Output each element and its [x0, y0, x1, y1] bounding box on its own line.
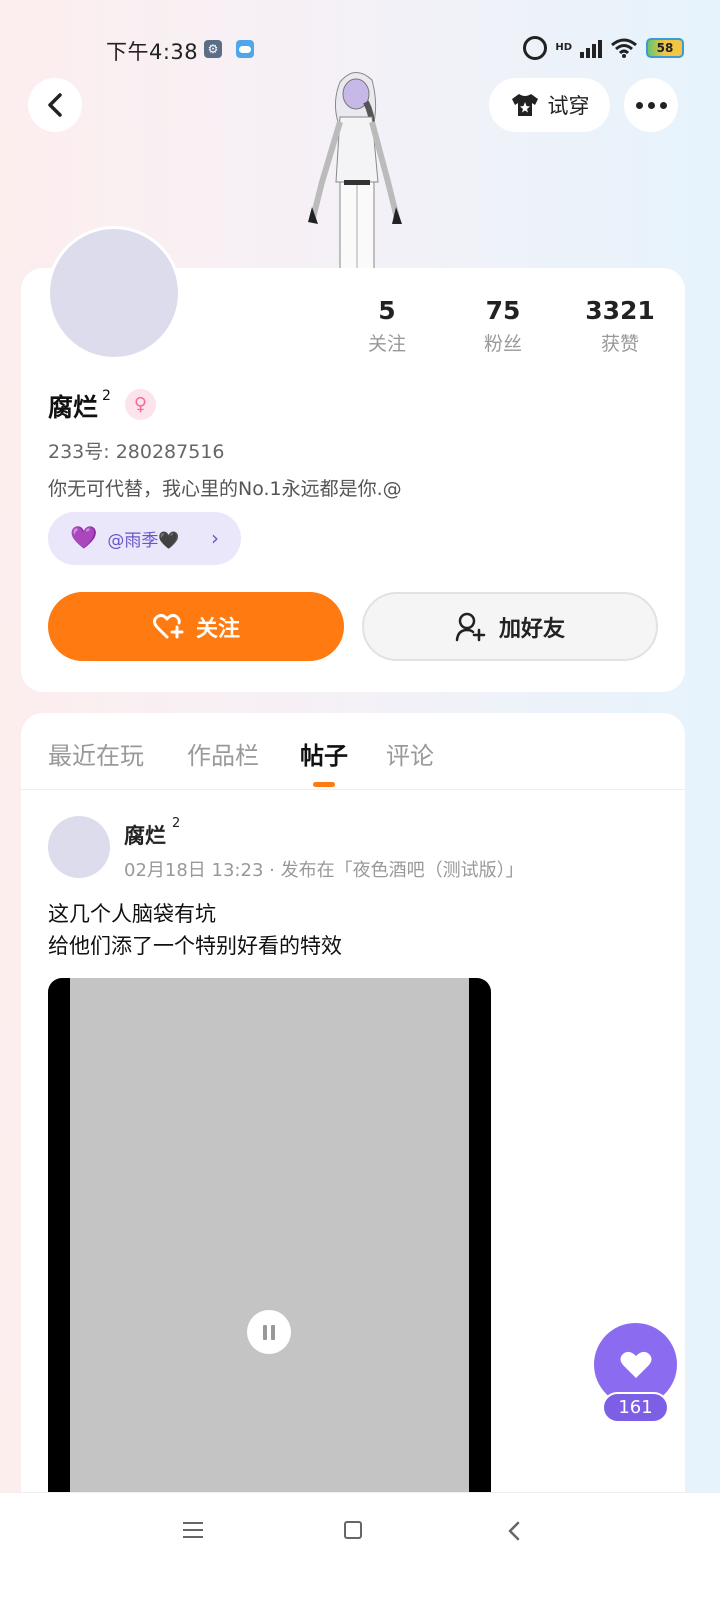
following-count: 5: [378, 296, 396, 325]
pause-button[interactable]: [247, 1310, 291, 1354]
profile-name: 腐烂: [48, 393, 99, 422]
following-label: 关注: [367, 333, 406, 355]
pause-bar-icon: [263, 1324, 267, 1340]
add-user-icon: [455, 612, 486, 641]
video-frame: [70, 978, 469, 1508]
more-options-button[interactable]: [624, 78, 678, 132]
back-button[interactable]: [28, 78, 82, 132]
post-author-name[interactable]: 腐烂: [124, 820, 166, 850]
profile-name-superscript: 2: [102, 388, 111, 404]
user-id: 233号: 280287516: [48, 441, 225, 463]
try-on-button[interactable]: 试穿: [489, 78, 610, 132]
system-nav-bar: [0, 1492, 720, 1600]
status-time: 下午4:38: [106, 40, 199, 64]
tab-indicator: [313, 782, 335, 787]
settings-notification-icon: ⚙: [204, 40, 222, 58]
heart-icon: 💜: [70, 526, 98, 551]
stat-fans[interactable]: 75 粉丝: [448, 296, 558, 356]
more-dot-icon: [635, 101, 643, 109]
post-video[interactable]: [48, 978, 491, 1508]
tab-works[interactable]: 作品栏: [187, 736, 259, 771]
likes-received-count: 3321: [585, 296, 655, 325]
post-author-avatar[interactable]: [48, 816, 110, 878]
post-meta: 02月18日 13:23 · 发布在「夜色酒吧（测试版）」: [124, 860, 524, 881]
follow-label: 关注: [195, 616, 240, 642]
post-text[interactable]: 这几个人脑袋有坑 给他们添了一个特别好看的特效: [48, 898, 342, 962]
signal-icon: [580, 38, 602, 58]
tab-divider: [21, 789, 685, 790]
more-dot-icon: [659, 101, 667, 109]
tab-recently-played[interactable]: 最近在玩: [48, 736, 144, 771]
stat-likes[interactable]: 3321 获赞: [565, 296, 675, 356]
tab-posts[interactable]: 帖子: [300, 736, 348, 771]
post-text-line: 这几个人脑袋有坑: [48, 902, 216, 926]
home-icon[interactable]: [344, 1521, 362, 1539]
like-count: 161: [602, 1392, 669, 1423]
wifi-icon: [611, 38, 637, 58]
chevron-right-icon: ›: [211, 526, 219, 550]
tab-comments[interactable]: 评论: [386, 736, 434, 771]
status-indicators: HD 58: [523, 36, 684, 60]
couple-tag-button[interactable]: 💜 @雨季🖤 ›: [48, 512, 241, 565]
avatar[interactable]: [47, 226, 181, 360]
add-friend-label: 加好友: [498, 616, 565, 642]
pause-bar-icon: [271, 1324, 275, 1340]
battery-icon: 58: [646, 38, 684, 58]
avatar-3d-figure: [308, 72, 402, 272]
female-gender-icon: ♀: [125, 389, 156, 420]
chevron-left-icon: [48, 93, 62, 117]
heart-icon: [620, 1351, 651, 1378]
fans-label: 粉丝: [483, 333, 522, 355]
follow-button[interactable]: 关注: [48, 592, 344, 661]
post-author-superscript: 2: [172, 816, 181, 831]
try-on-label: 试穿: [547, 94, 590, 118]
menu-icon[interactable]: [183, 1522, 203, 1538]
heart-plus-icon: [152, 613, 184, 638]
hd-label: HD: [555, 42, 572, 53]
more-dot-icon: [647, 101, 655, 109]
stat-following[interactable]: 5 关注: [332, 296, 442, 356]
tshirt-icon: [511, 94, 538, 116]
weather-notification-icon: [236, 40, 254, 58]
likes-received-label: 获赞: [600, 333, 639, 355]
fans-count: 75: [485, 296, 521, 325]
couple-tag-label: @雨季🖤: [107, 531, 180, 551]
alarm-icon: [523, 36, 548, 60]
bio-text: 你无可代替，我心里的No.1永远都是你.@: [48, 478, 402, 500]
post-text-line: 给他们添了一个特别好看的特效: [48, 934, 342, 958]
back-icon[interactable]: [507, 1521, 521, 1541]
add-friend-button[interactable]: 加好友: [362, 592, 658, 661]
